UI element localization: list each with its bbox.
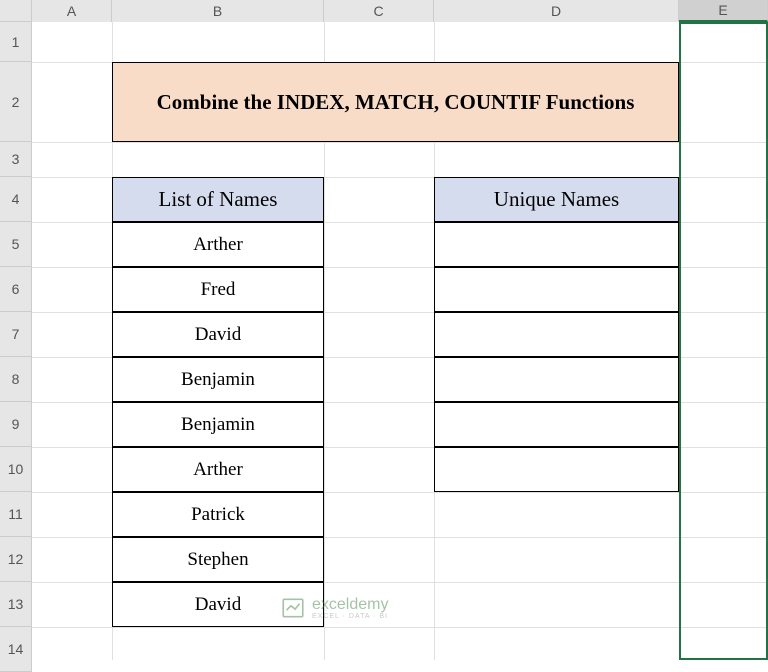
col-header-E[interactable]: E — [679, 0, 768, 22]
col-header-B[interactable]: B — [112, 0, 324, 22]
row-header-9[interactable]: 9 — [0, 402, 32, 447]
row-header-3[interactable]: 3 — [0, 142, 32, 177]
cell-B8[interactable]: Benjamin — [112, 357, 324, 402]
cell-D7[interactable] — [434, 312, 679, 357]
cell-value: Patrick — [191, 504, 245, 526]
cell-value: Arther — [193, 459, 243, 481]
cell-D8[interactable] — [434, 357, 679, 402]
row-header-13[interactable]: 13 — [0, 582, 32, 627]
cell-B12[interactable]: Stephen — [112, 537, 324, 582]
spreadsheet-grid: A B C D E 1 2 3 4 5 6 7 8 9 10 11 12 13 … — [0, 0, 768, 660]
header-list-names[interactable]: List of Names — [112, 177, 324, 222]
select-all-corner[interactable] — [0, 0, 32, 22]
cell-value: Stephen — [187, 549, 248, 571]
header-list-names-text: List of Names — [159, 187, 278, 212]
cell-B5[interactable]: Arther — [112, 222, 324, 267]
col-header-C[interactable]: C — [324, 0, 434, 22]
watermark-main: exceldemy — [312, 597, 388, 613]
row-header-2[interactable]: 2 — [0, 62, 32, 142]
header-unique-names-text: Unique Names — [494, 187, 619, 212]
cell-D10[interactable] — [434, 447, 679, 492]
row-header-10[interactable]: 10 — [0, 447, 32, 492]
row-header-6[interactable]: 6 — [0, 267, 32, 312]
cell-B10[interactable]: Arther — [112, 447, 324, 492]
cell-D6[interactable] — [434, 267, 679, 312]
row-header-11[interactable]: 11 — [0, 492, 32, 537]
row-header-12[interactable]: 12 — [0, 537, 32, 582]
col-header-D[interactable]: D — [434, 0, 679, 22]
cell-value: Benjamin — [181, 414, 255, 436]
header-unique-names[interactable]: Unique Names — [434, 177, 679, 222]
row-header-8[interactable]: 8 — [0, 357, 32, 402]
cell-B7[interactable]: David — [112, 312, 324, 357]
title-cell[interactable]: Combine the INDEX, MATCH, COUNTIF Functi… — [112, 62, 679, 142]
watermark-sub: EXCEL · DATA · BI — [312, 613, 388, 620]
row-header-14[interactable]: 14 — [0, 627, 32, 672]
column-E-selection — [679, 22, 768, 660]
cell-D5[interactable] — [434, 222, 679, 267]
title-text: Combine the INDEX, MATCH, COUNTIF Functi… — [157, 90, 635, 115]
watermark-icon — [280, 595, 306, 621]
cell-B6[interactable]: Fred — [112, 267, 324, 312]
row-header-7[interactable]: 7 — [0, 312, 32, 357]
row-header-4[interactable]: 4 — [0, 177, 32, 222]
row-header-1[interactable]: 1 — [0, 22, 32, 62]
row-headers: 1 2 3 4 5 6 7 8 9 10 11 12 13 14 — [0, 22, 32, 672]
row-header-5[interactable]: 5 — [0, 222, 32, 267]
cell-B11[interactable]: Patrick — [112, 492, 324, 537]
watermark: exceldemy EXCEL · DATA · BI — [280, 595, 388, 621]
cell-value: Benjamin — [181, 369, 255, 391]
col-header-A[interactable]: A — [32, 0, 112, 22]
cell-value: Arther — [193, 234, 243, 256]
column-headers: A B C D E — [0, 0, 768, 22]
cell-value: Fred — [201, 279, 236, 301]
cell-value: David — [195, 594, 241, 616]
cell-value: David — [195, 324, 241, 346]
cell-D9[interactable] — [434, 402, 679, 447]
cell-B9[interactable]: Benjamin — [112, 402, 324, 447]
